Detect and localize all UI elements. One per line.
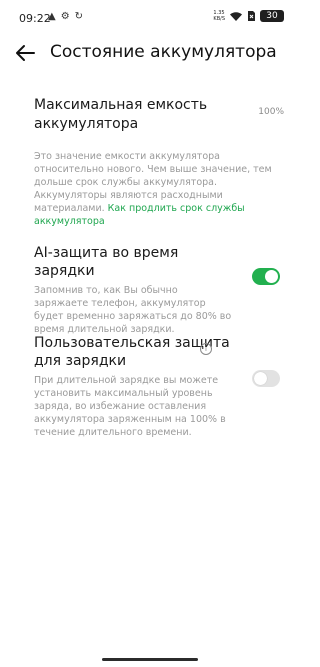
sync-icon: ↻ — [74, 11, 84, 22]
battery-indicator: 30 — [260, 10, 284, 22]
info-icon[interactable]: i — [200, 343, 212, 355]
app-header: Состояние аккумулятора — [0, 36, 300, 70]
back-button[interactable] — [14, 42, 38, 64]
home-indicator[interactable] — [102, 658, 198, 661]
ai-protection-toggle[interactable] — [252, 268, 280, 285]
status-time: 09:22 — [19, 12, 51, 25]
status-bar: 09:22 ▲ ⚙ ↻ 1.35 KB/S 30 — [0, 0, 300, 32]
ai-protection-title: AI-защита во время зарядки — [34, 245, 179, 279]
capacity-info: Это значение емкости аккумулятора относи… — [34, 150, 274, 228]
sim-icon — [247, 10, 256, 22]
back-arrow-icon — [16, 45, 35, 61]
toggle-knob — [254, 372, 267, 385]
max-capacity-label: Максимальная емкость аккумулятора — [34, 97, 208, 132]
ai-protection-description: Запомнив то, как Вы обычно заряжаете тел… — [34, 285, 232, 335]
page-title: Состояние аккумулятора — [50, 42, 277, 62]
max-capacity-row: Максимальная емкость аккумулятора 100% — [34, 96, 286, 134]
network-speed: 1.35 KB/S — [213, 10, 225, 22]
wifi-icon — [229, 11, 243, 22]
ai-protection-setting: AI-защита во время зарядки Запомнив то, … — [34, 244, 286, 336]
network-speed-unit: KB/S — [213, 16, 225, 22]
alert-icon: ▲ — [48, 11, 56, 22]
notification-icon: ⚙ — [60, 11, 70, 22]
status-left-icons: ▲ ⚙ ↻ — [48, 12, 83, 22]
status-right-icons: 1.35 KB/S 30 — [213, 10, 284, 22]
custom-protection-toggle[interactable] — [252, 370, 280, 387]
custom-protection-description: При длительной зарядке вы можете установ… — [34, 375, 226, 438]
max-capacity-value: 100% — [258, 107, 284, 117]
custom-protection-setting: Пользовательская защита для зарядки i Пр… — [34, 334, 286, 439]
toggle-knob — [265, 270, 278, 283]
